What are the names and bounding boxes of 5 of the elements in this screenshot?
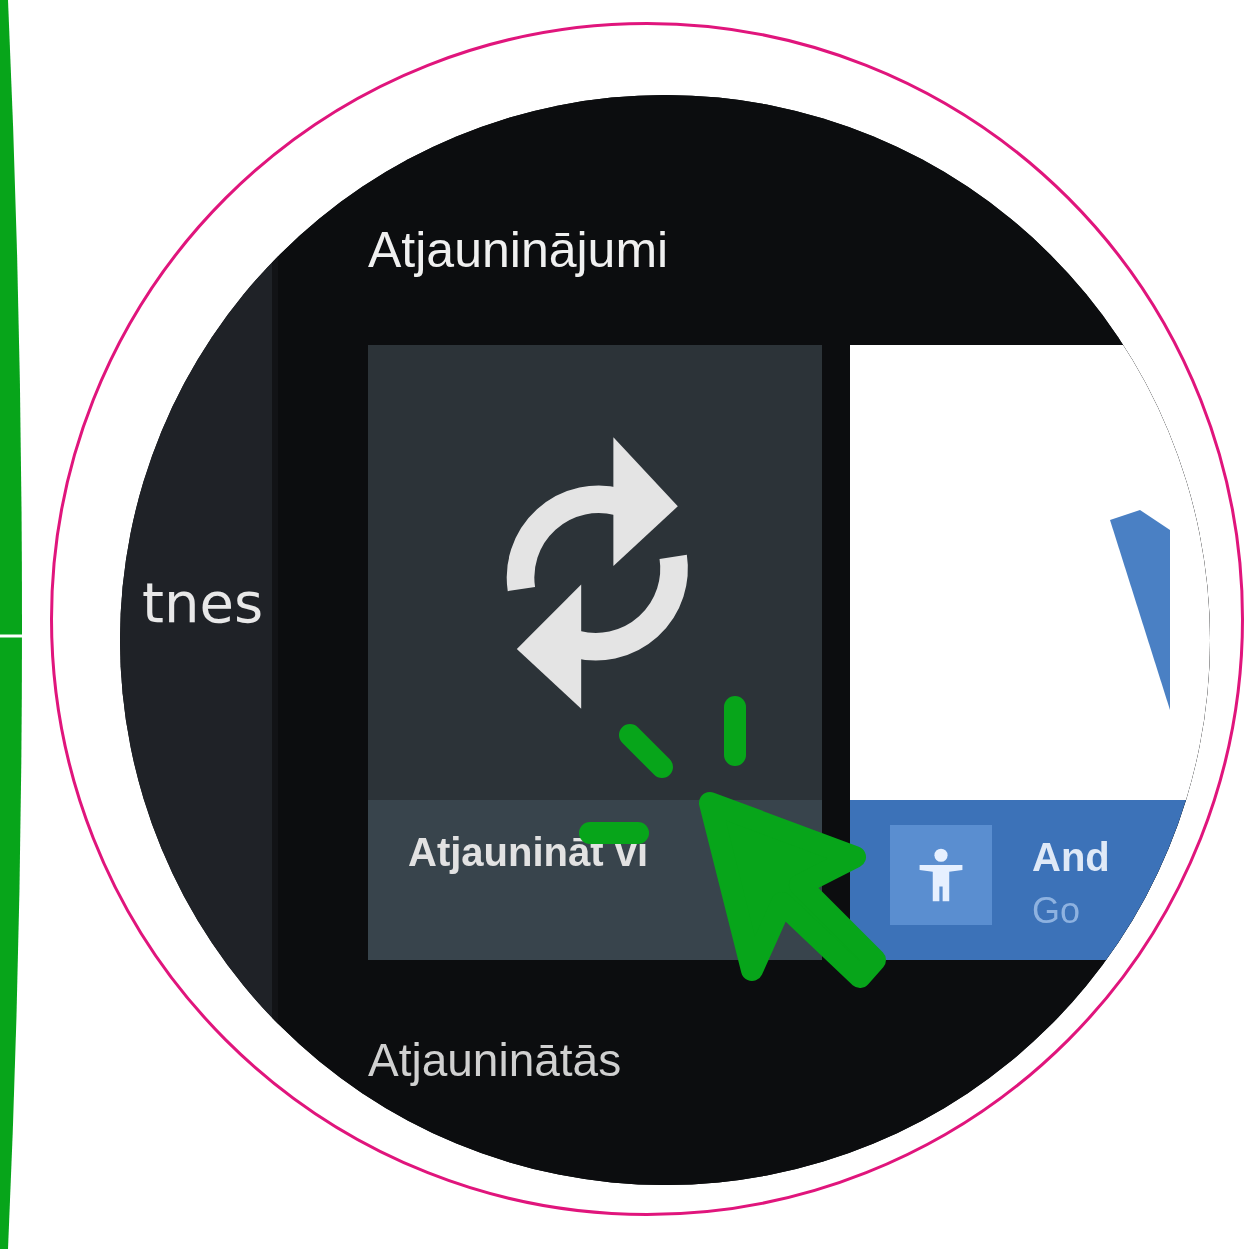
section-title: Atjauninātās <box>368 1033 623 1088</box>
app-subtitle: Go <box>1032 890 1082 932</box>
app-title: And <box>1032 835 1110 880</box>
section-title: Atjauninājumi <box>368 221 670 280</box>
sidebar-item[interactable]: tnes <box>142 575 264 631</box>
